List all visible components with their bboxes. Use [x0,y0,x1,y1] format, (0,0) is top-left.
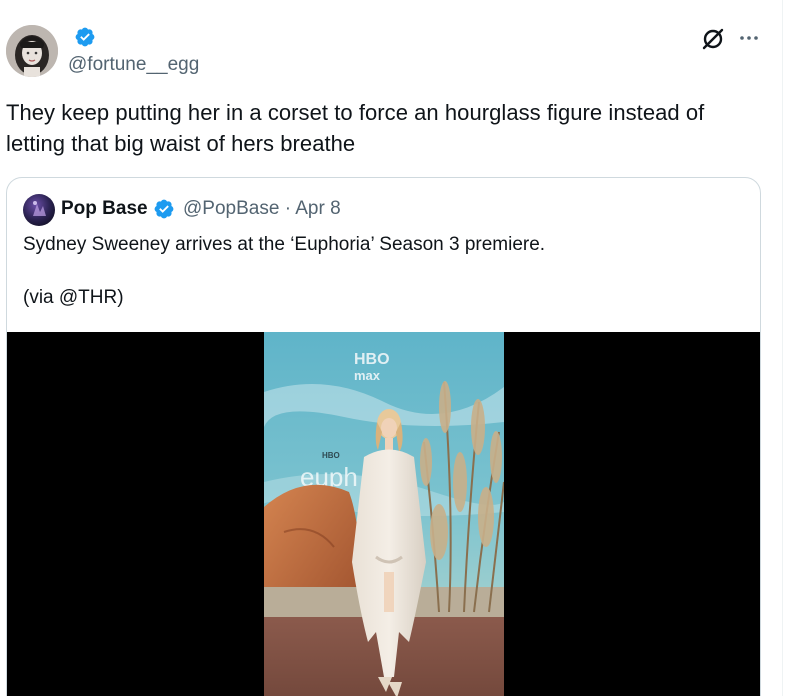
quoted-meta: @PopBase · Apr 8 [183,197,341,221]
premiere-photo: HBO max HBO euph [264,332,504,696]
verified-badge-icon [75,27,95,47]
meta-separator: · [284,198,292,219]
author-handle[interactable]: @fortune__egg [68,53,199,77]
verified-badge-icon [154,199,174,219]
author-avatar[interactable] [6,25,58,77]
quoted-tweet-via: (via @THR) [23,287,124,308]
quoted-tweet-text: Sydney Sweeney arrives at the ‘Euphoria’… [23,234,546,255]
quoted-tweet-card[interactable]: Pop Base @PopBase · Apr 8 Sydney Sweeney… [6,177,761,696]
hbo-max-logo-sub: max [354,368,381,383]
quoted-author-name[interactable]: Pop Base [61,197,148,221]
hbo-max-logo: HBO [354,351,390,368]
quoted-author-avatar[interactable] [23,194,55,226]
grok-icon[interactable] [700,26,726,52]
hbo-small-logo: HBO [322,451,340,460]
quoted-date[interactable]: Apr 8 [295,198,340,219]
quoted-media-video[interactable]: HBO max HBO euph [7,332,760,696]
quoted-author-handle[interactable]: @PopBase [183,198,279,219]
more-options-icon[interactable] [738,28,760,48]
timeline-border [782,0,783,696]
tweet-text: They keep putting her in a corset to for… [6,100,705,156]
